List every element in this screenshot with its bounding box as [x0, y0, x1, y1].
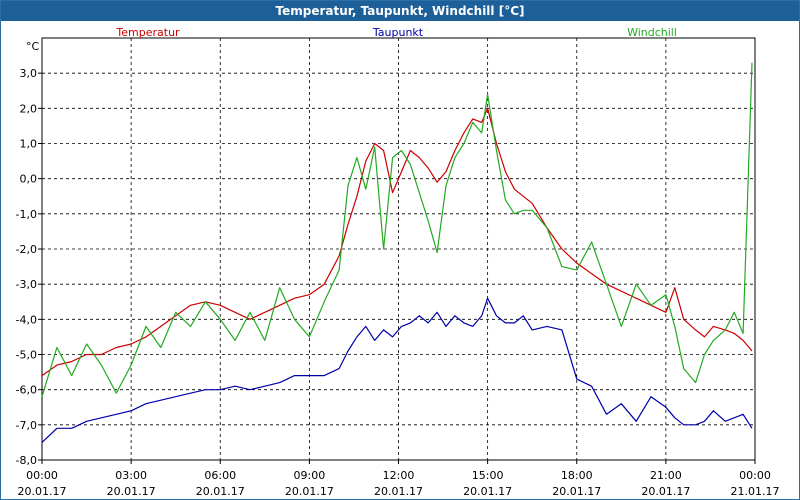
- x-tick-date: 21.01.17: [731, 485, 780, 498]
- legend-windchill: Windchill: [627, 26, 677, 39]
- x-tick-date: 20.01.17: [107, 485, 156, 498]
- y-axis-label: °C: [26, 40, 40, 53]
- chart-series: [41, 62, 753, 443]
- y-tick-label: -1,0: [16, 208, 37, 221]
- x-tick-date: 20.01.17: [285, 485, 334, 498]
- y-tick-label: -3,0: [16, 278, 37, 291]
- x-tick-time: 12:00: [383, 469, 415, 482]
- legend-taupunkt: Taupunkt: [372, 26, 424, 39]
- y-tick-label: -5,0: [16, 349, 37, 362]
- y-tick-label: -2,0: [16, 243, 37, 256]
- line-chart: -8,0 -7,0 -6,0 -5,0 -4,0 -3,0 -2,0 -1,0 0,0 1,0 2,…: [16, 26, 780, 498]
- y-tick-label: -8,0: [16, 454, 37, 467]
- y-tick-label: -6,0: [16, 384, 37, 397]
- x-tick-time: 00:00: [739, 469, 771, 482]
- x-tick-date: 20.01.17: [463, 485, 512, 498]
- x-axis-ticks: 00:00 20.01.17 03:00 20.01.17 06:00 20.01.17 0…: [18, 460, 780, 498]
- series-line-taupunkt: [41, 297, 753, 443]
- x-tick-time: 15:00: [472, 469, 504, 482]
- y-tick-label: 0,0: [20, 173, 38, 186]
- series-line-windchill: [41, 62, 753, 397]
- legend-temperatur: Temperatur: [115, 26, 180, 39]
- series-line-temperatur: [41, 107, 753, 377]
- x-tick-time: 06:00: [204, 469, 236, 482]
- x-tick-time: 00:00: [26, 469, 58, 482]
- x-tick-date: 20.01.17: [552, 485, 601, 498]
- x-tick-time: 03:00: [115, 469, 147, 482]
- y-tick-label: 2,0: [20, 102, 38, 115]
- y-tick-label: -7,0: [16, 419, 37, 432]
- x-tick-time: 09:00: [294, 469, 326, 482]
- y-axis-ticks: -8,0 -7,0 -6,0 -5,0 -4,0 -3,0 -2,0 -1,0 0,0 1,0 2,…: [16, 67, 42, 467]
- x-tick-date: 20.01.17: [374, 485, 423, 498]
- x-tick-date: 20.01.17: [196, 485, 245, 498]
- x-tick-date: 20.01.17: [641, 485, 690, 498]
- x-tick-date: 20.01.17: [18, 485, 67, 498]
- y-tick-label: -4,0: [16, 313, 37, 326]
- y-tick-label: 3,0: [20, 67, 38, 80]
- x-tick-time: 18:00: [561, 469, 593, 482]
- y-tick-label: 1,0: [20, 138, 38, 151]
- chart-grid: [42, 38, 755, 460]
- x-tick-time: 21:00: [650, 469, 682, 482]
